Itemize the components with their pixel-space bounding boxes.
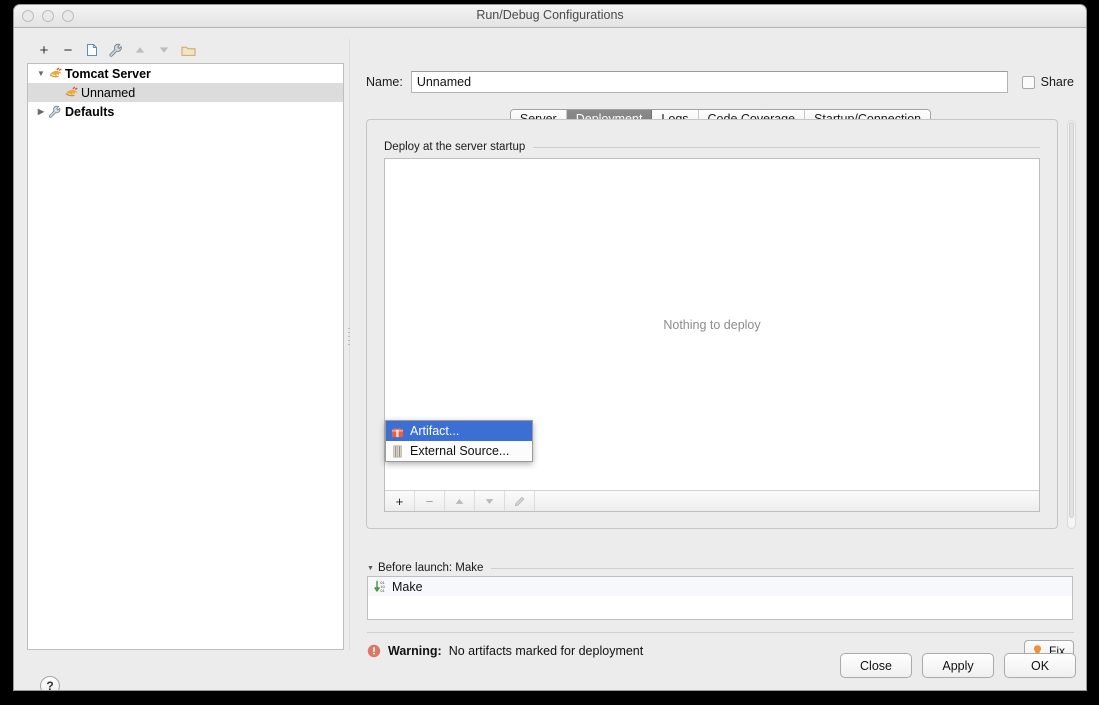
share-checkbox[interactable] bbox=[1021, 75, 1035, 89]
window-title: Run/Debug Configurations bbox=[476, 8, 624, 22]
artifact-icon bbox=[391, 425, 410, 438]
pencil-icon bbox=[514, 496, 524, 507]
add-deployment-button[interactable]: + bbox=[385, 491, 415, 511]
new-folder-button[interactable] bbox=[177, 40, 199, 60]
expand-collapse-icon[interactable]: ▶ bbox=[34, 107, 48, 116]
warning-message: No artifacts marked for deployment bbox=[448, 644, 644, 658]
deploy-group-label: Deploy at the server startup bbox=[384, 141, 1040, 153]
dialog-body: + − ▼ Tomcat Server Unnamed ▶ Defaults N… bbox=[14, 28, 1086, 690]
before-launch-header[interactable]: ▼ Before launch: Make bbox=[367, 562, 1074, 574]
arrow-down-icon bbox=[485, 498, 494, 504]
tree-item-label: Defaults bbox=[65, 104, 115, 119]
panel-splitter[interactable] bbox=[345, 39, 355, 650]
warning-circle-icon bbox=[367, 644, 381, 658]
svg-text:01: 01 bbox=[380, 589, 385, 593]
tree-item-label: Unnamed bbox=[81, 85, 136, 100]
scrollbar-thumb[interactable] bbox=[1069, 122, 1074, 518]
window-title-bar: Run/Debug Configurations bbox=[14, 5, 1086, 28]
tree-item-label: Tomcat Server bbox=[65, 66, 151, 81]
copy-icon bbox=[87, 44, 97, 56]
edit-deployment-button[interactable] bbox=[505, 491, 535, 511]
deploy-group-label-text: Deploy at the server startup bbox=[384, 141, 526, 153]
move-up-button[interactable] bbox=[129, 40, 151, 60]
before-launch-item-make[interactable]: 01 10 01 Make bbox=[368, 577, 1072, 596]
move-up-deployment-button[interactable] bbox=[445, 491, 475, 511]
menu-item-external-source[interactable]: External Source... bbox=[386, 441, 532, 461]
wrench-icon bbox=[109, 43, 122, 57]
footer-divider bbox=[367, 632, 1074, 633]
menu-item-label: Artifact... bbox=[410, 424, 460, 438]
close-dialog-button[interactable]: Close bbox=[840, 653, 912, 678]
configurations-tree[interactable]: ▼ Tomcat Server Unnamed ▶ Defaults bbox=[27, 63, 344, 650]
before-launch-label: Before launch: Make bbox=[377, 562, 484, 574]
help-button[interactable]: ? bbox=[40, 676, 60, 690]
move-down-button[interactable] bbox=[153, 40, 175, 60]
arrow-up-icon bbox=[455, 498, 464, 504]
arrow-down-icon bbox=[159, 47, 169, 53]
status-warning: Warning: No artifacts marked for deploym… bbox=[367, 644, 643, 658]
add-configuration-button[interactable]: + bbox=[33, 40, 55, 60]
external-source-icon bbox=[391, 445, 410, 458]
tree-item-defaults[interactable]: ▶ Defaults bbox=[28, 102, 343, 121]
folder-icon bbox=[181, 46, 195, 56]
name-row: Name: Share bbox=[366, 71, 1074, 93]
collapse-triangle-icon[interactable]: ▼ bbox=[367, 565, 374, 572]
share-checkbox-wrapper[interactable]: Share bbox=[1021, 75, 1074, 89]
tree-item-tomcat-server[interactable]: ▼ Tomcat Server bbox=[28, 64, 343, 83]
edit-defaults-button[interactable] bbox=[105, 40, 127, 60]
expand-collapse-icon[interactable]: ▼ bbox=[34, 69, 48, 78]
tree-item-unnamed[interactable]: Unnamed bbox=[28, 83, 343, 102]
ok-button[interactable]: OK bbox=[1004, 653, 1076, 678]
move-down-deployment-button[interactable] bbox=[475, 491, 505, 511]
wrench-icon bbox=[48, 105, 65, 118]
before-launch-item-label: Make bbox=[392, 579, 423, 594]
warning-prefix: Warning: bbox=[388, 644, 442, 658]
menu-item-label: External Source... bbox=[410, 444, 510, 458]
content-scrollbar[interactable] bbox=[1067, 120, 1076, 529]
group-divider bbox=[533, 146, 1040, 148]
remove-deployment-button[interactable]: − bbox=[415, 491, 445, 511]
menu-item-artifact[interactable]: Artifact... bbox=[386, 421, 532, 441]
name-input[interactable] bbox=[410, 71, 1008, 93]
copy-configuration-button[interactable] bbox=[81, 40, 103, 60]
splitter-grip[interactable] bbox=[348, 328, 351, 350]
before-launch-divider bbox=[491, 567, 1074, 569]
tomcat-icon bbox=[64, 86, 81, 99]
remove-configuration-button[interactable]: − bbox=[57, 40, 79, 60]
arrow-up-icon bbox=[135, 47, 145, 53]
run-debug-configurations-dialog: Run/Debug Configurations + − ▼ Tomcat Se… bbox=[14, 5, 1086, 690]
deployment-tab-panel: Deploy at the server startup Nothing to … bbox=[366, 119, 1058, 529]
name-label: Name: bbox=[366, 75, 403, 89]
add-deployment-popup-menu[interactable]: Artifact... External Source... bbox=[385, 420, 533, 462]
before-launch-list[interactable]: 01 10 01 Make bbox=[367, 576, 1073, 620]
apply-button[interactable]: Apply bbox=[922, 653, 994, 678]
deployment-toolbar: + − bbox=[385, 490, 1039, 511]
toolbar-filler bbox=[535, 491, 1039, 511]
share-label: Share bbox=[1040, 75, 1074, 89]
configuration-editor-panel: Name: Share Server Deployment Logs Code … bbox=[355, 28, 1086, 690]
make-icon: 01 10 01 bbox=[374, 580, 392, 593]
tomcat-icon bbox=[48, 67, 65, 80]
tree-toolbar: + − bbox=[27, 39, 344, 61]
configurations-panel: + − ▼ Tomcat Server Unnamed ▶ Defaults bbox=[27, 39, 344, 650]
